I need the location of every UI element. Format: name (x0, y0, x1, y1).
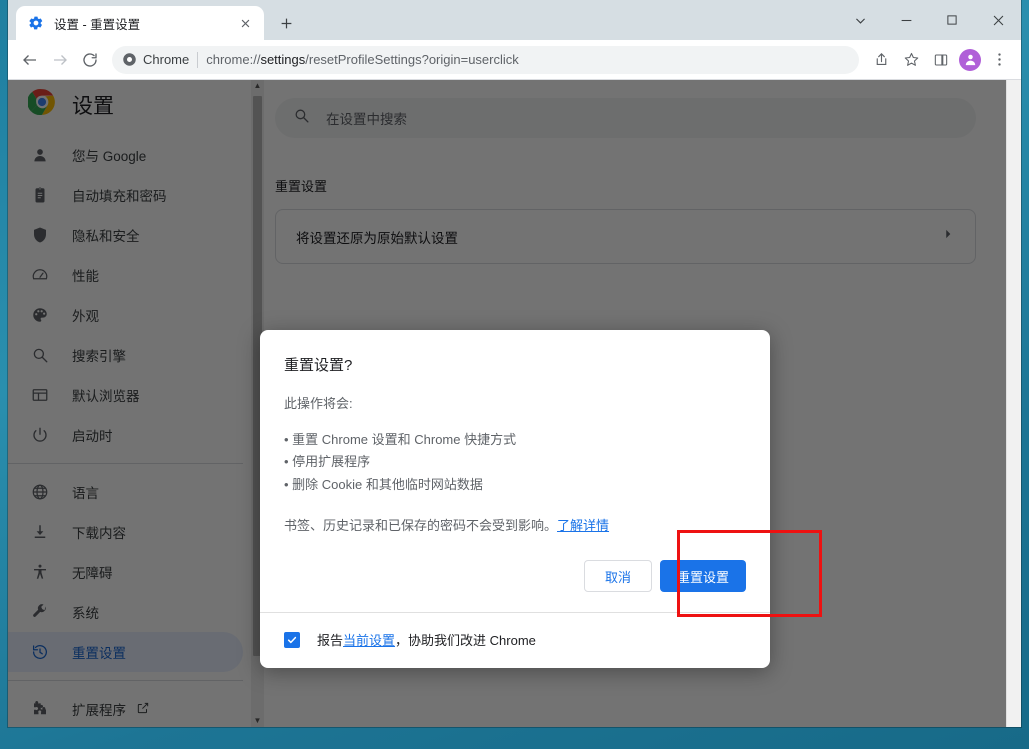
dialog-bullet-list: 重置 Chrome 设置和 Chrome 快捷方式 停用扩展程序 删除 Cook… (284, 429, 746, 496)
profile-avatar[interactable] (959, 48, 981, 71)
reset-settings-button[interactable]: 重置设置 (660, 560, 746, 593)
forward-icon[interactable] (46, 46, 74, 74)
dialog-title: 重置设置? (284, 357, 353, 374)
dialog-footer: 报告当前设置，协助我们改进 Chrome (260, 612, 770, 668)
browser-tab[interactable]: 设置 - 重置设置 (16, 6, 264, 40)
browser-menu-icon[interactable] (985, 46, 1013, 74)
reset-settings-dialog: 重置设置? 此操作将会: 重置 Chrome 设置和 Chrome 快捷方式 停… (260, 330, 770, 669)
list-item: 停用扩展程序 (284, 451, 746, 473)
list-item: 重置 Chrome 设置和 Chrome 快捷方式 (284, 429, 746, 451)
browser-window: 设置 - 重置设置 Chrome chrome://settings/reset… (8, 0, 1021, 727)
dialog-note-text: 书签、历史记录和已保存的密码不会受到影响。 (284, 518, 558, 534)
new-tab-button[interactable] (272, 9, 300, 37)
list-item: 删除 Cookie 和其他临时网站数据 (284, 474, 746, 496)
url-text: chrome://settings/resetProfileSettings?o… (206, 52, 519, 67)
site-chip: Chrome (122, 52, 189, 67)
current-settings-link[interactable]: 当前设置 (343, 633, 395, 648)
bookmark-star-icon[interactable] (897, 46, 925, 74)
side-panel-icon[interactable] (927, 46, 955, 74)
reload-icon[interactable] (76, 46, 104, 74)
tab-title: 设置 - 重置设置 (54, 17, 141, 32)
omnibox-divider (197, 51, 199, 68)
maximize-icon[interactable] (929, 0, 975, 40)
window-controls (837, 0, 1021, 40)
dialog-intro: 此操作将会: (284, 396, 353, 411)
report-settings-label: 报告当前设置，协助我们改进 Chrome (317, 633, 536, 649)
tab-strip: 设置 - 重置设置 (8, 0, 1021, 40)
share-icon[interactable] (867, 46, 895, 74)
address-bar[interactable]: Chrome chrome://settings/resetProfileSet… (112, 45, 859, 74)
close-icon[interactable] (236, 14, 254, 32)
dialog-actions: 取消 重置设置 (260, 534, 770, 612)
page-scrollbar[interactable] (1006, 80, 1021, 727)
report-settings-checkbox[interactable] (284, 631, 300, 648)
minimize-icon[interactable] (883, 0, 929, 40)
gear-icon (28, 15, 44, 31)
browser-toolbar: Chrome chrome://settings/resetProfileSet… (8, 40, 1021, 80)
page-viewport: 设置 您与 Google 自动填充和密码 (8, 80, 1021, 727)
cancel-button[interactable]: 取消 (584, 560, 652, 593)
chrome-icon (123, 53, 136, 66)
site-chip-label: Chrome (143, 52, 190, 67)
close-window-icon[interactable] (975, 0, 1021, 40)
back-icon[interactable] (16, 46, 44, 74)
tab-search-icon[interactable] (837, 0, 883, 40)
learn-more-link[interactable]: 了解详情 (557, 518, 609, 533)
dialog-note: 书签、历史记录和已保存的密码不会受到影响。了解详情 (284, 515, 746, 534)
